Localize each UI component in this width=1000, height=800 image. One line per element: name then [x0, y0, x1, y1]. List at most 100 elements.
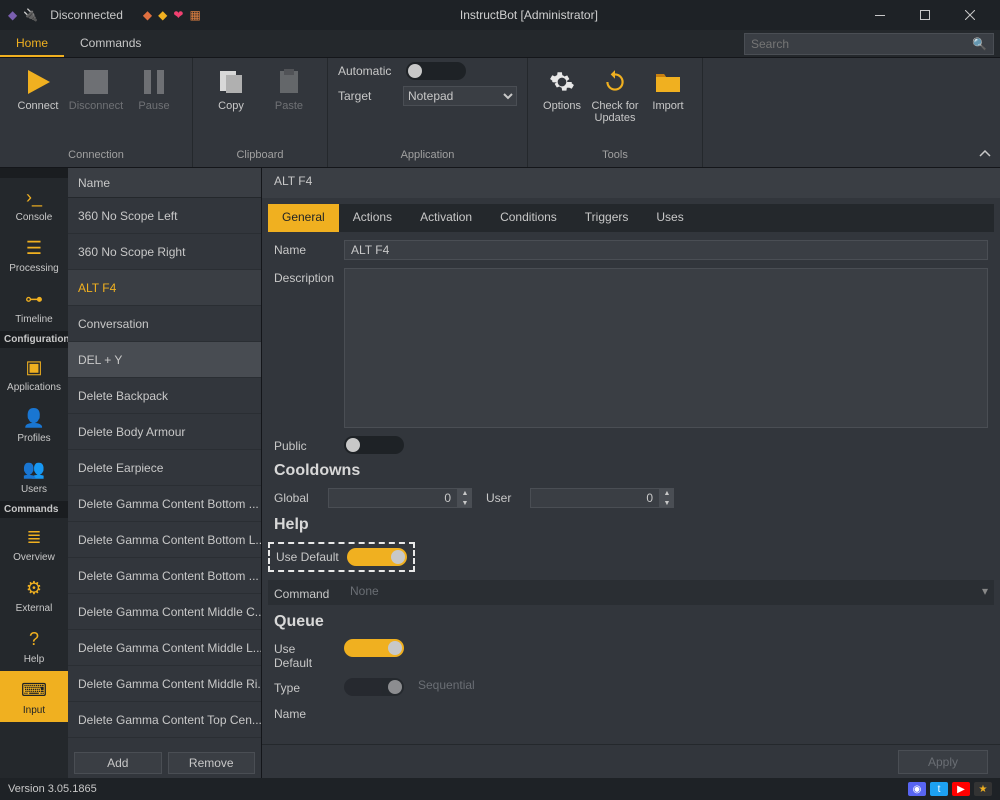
chevron-down-icon[interactable]: ▾	[982, 584, 988, 598]
list-item[interactable]: 360 No Scope Left	[68, 198, 261, 234]
list-item[interactable]: Delete Gamma Content Top Cen...	[68, 702, 261, 738]
list-item[interactable]: Delete Gamma Content Middle L...	[68, 630, 261, 666]
gear-icon	[546, 66, 578, 98]
list-item[interactable]: Delete Gamma Content Bottom ...	[68, 558, 261, 594]
type-hint: Sequential	[418, 678, 475, 692]
use-default-queue-toggle[interactable]	[344, 639, 404, 657]
tab-activation[interactable]: Activation	[406, 204, 486, 232]
target-label: Target	[338, 89, 395, 103]
applications-icon: ▣	[21, 354, 47, 380]
type-toggle[interactable]	[344, 678, 404, 696]
queue-name-label: Name	[274, 704, 336, 721]
list-item[interactable]: Delete Gamma Content Middle Ri...	[68, 666, 261, 702]
command-list-panel: Name 360 No Scope Left360 No Scope Right…	[68, 168, 262, 778]
twitter-icon[interactable]: t	[930, 782, 948, 796]
maximize-button[interactable]	[902, 0, 947, 30]
use-default-help-label: Use Default	[276, 550, 339, 564]
badge-icon-2: ◆	[158, 8, 167, 22]
discord-icon[interactable]: ◉	[908, 782, 926, 796]
paste-button: Paste	[261, 62, 317, 116]
tab-actions[interactable]: Actions	[339, 204, 406, 232]
remove-button[interactable]: Remove	[168, 752, 256, 774]
check-updates-button[interactable]: Check for Updates	[588, 62, 642, 128]
youtube-icon[interactable]: ▶	[952, 782, 970, 796]
tab-general[interactable]: General	[268, 204, 339, 232]
list-item[interactable]: Delete Gamma Content Middle C...	[68, 594, 261, 630]
tab-conditions[interactable]: Conditions	[486, 204, 571, 232]
command-list[interactable]: 360 No Scope Left360 No Scope RightALT F…	[68, 198, 261, 748]
content-tabstrip: GeneralActionsActivationConditionsTrigge…	[268, 204, 994, 232]
description-input[interactable]	[344, 268, 988, 428]
automatic-toggle[interactable]	[406, 62, 466, 80]
list-item[interactable]: Delete Backpack	[68, 378, 261, 414]
tray-icon[interactable]: ★	[974, 782, 992, 796]
target-select[interactable]: Notepad	[403, 86, 517, 106]
list-header-name[interactable]: Name	[68, 168, 261, 198]
paste-icon	[273, 66, 305, 98]
tab-home[interactable]: Home	[0, 30, 64, 57]
pause-button: Pause	[126, 62, 182, 116]
play-icon	[22, 66, 54, 98]
nav-help[interactable]: ?Help	[0, 620, 68, 671]
nav-external[interactable]: ⚙External	[0, 569, 68, 620]
timeline-icon: ⊶	[21, 286, 47, 312]
nav-applications[interactable]: ▣Applications	[0, 348, 68, 399]
tab-uses[interactable]: Uses	[642, 204, 697, 232]
ribbon: Connect Disconnect Pause Connection Copy…	[0, 58, 1000, 168]
nav-overview[interactable]: ≣Overview	[0, 518, 68, 569]
list-item[interactable]: Delete Gamma Content Bottom ...	[68, 486, 261, 522]
section-cooldowns: Cooldowns	[274, 462, 988, 480]
use-default-queue-label: Use Default	[274, 639, 336, 670]
spinner-down[interactable]: ▼	[458, 498, 472, 508]
command-hint: None	[350, 584, 379, 598]
titlebar: ◆ 🔌 Disconnected ◆ ◆ ❤ ▦ InstructBot [Ad…	[0, 0, 1000, 30]
list-item[interactable]: Delete Body Armour	[68, 414, 261, 450]
tab-triggers[interactable]: Triggers	[571, 204, 643, 232]
use-default-help-toggle[interactable]	[347, 548, 407, 566]
nav-timeline[interactable]: ⊶Timeline	[0, 280, 68, 331]
nav-profiles[interactable]: 👤Profiles	[0, 399, 68, 450]
section-help: Help	[274, 516, 988, 534]
options-button[interactable]: Options	[538, 62, 586, 116]
apply-button[interactable]: Apply	[898, 750, 988, 774]
stop-icon	[80, 66, 112, 98]
user-label: User	[486, 488, 516, 505]
content-body: Name Description Public Cooldowns Global…	[262, 232, 1000, 744]
user-cooldown-input[interactable]: ▲▼	[530, 488, 674, 508]
import-button[interactable]: Import	[644, 62, 692, 116]
group-label-connection: Connection	[10, 147, 182, 165]
global-cooldown-input[interactable]: ▲▼	[328, 488, 472, 508]
tab-commands[interactable]: Commands	[64, 30, 157, 57]
badge-icon-3: ❤	[173, 8, 183, 22]
spinner-up[interactable]: ▲	[660, 488, 674, 498]
name-input[interactable]	[344, 240, 988, 260]
collapse-ribbon-button[interactable]	[976, 145, 994, 163]
search-input[interactable]	[751, 37, 972, 51]
list-item[interactable]: Delete Gamma Content Bottom L...	[68, 522, 261, 558]
spinner-up[interactable]: ▲	[458, 488, 472, 498]
connect-button[interactable]: Connect	[10, 62, 66, 116]
nav-users[interactable]: 👥Users	[0, 450, 68, 501]
global-search[interactable]: 🔍	[744, 33, 994, 55]
nav-console[interactable]: ›_Console	[0, 178, 68, 229]
list-item[interactable]: ALT F4	[68, 270, 261, 306]
pause-icon	[138, 66, 170, 98]
command-label: Command	[274, 584, 336, 601]
list-item[interactable]: 360 No Scope Right	[68, 234, 261, 270]
minimize-button[interactable]	[857, 0, 902, 30]
nav-input[interactable]: ⌨Input	[0, 671, 68, 722]
nav-processing[interactable]: ☰Processing	[0, 229, 68, 280]
add-button[interactable]: Add	[74, 752, 162, 774]
list-item[interactable]: Delete Earpiece	[68, 450, 261, 486]
version-text: Version 3.05.1865	[8, 783, 97, 795]
list-item[interactable]: Conversation	[68, 306, 261, 342]
public-toggle[interactable]	[344, 436, 404, 454]
use-default-highlight: Use Default	[268, 542, 415, 572]
list-item[interactable]: DEL + Y	[68, 342, 261, 378]
search-icon[interactable]: 🔍	[972, 37, 987, 51]
spinner-down[interactable]: ▼	[660, 498, 674, 508]
nav-section-commands: Commands	[0, 501, 68, 518]
app-icon: ◆	[8, 8, 17, 22]
copy-button[interactable]: Copy	[203, 62, 259, 116]
close-button[interactable]	[947, 0, 992, 30]
